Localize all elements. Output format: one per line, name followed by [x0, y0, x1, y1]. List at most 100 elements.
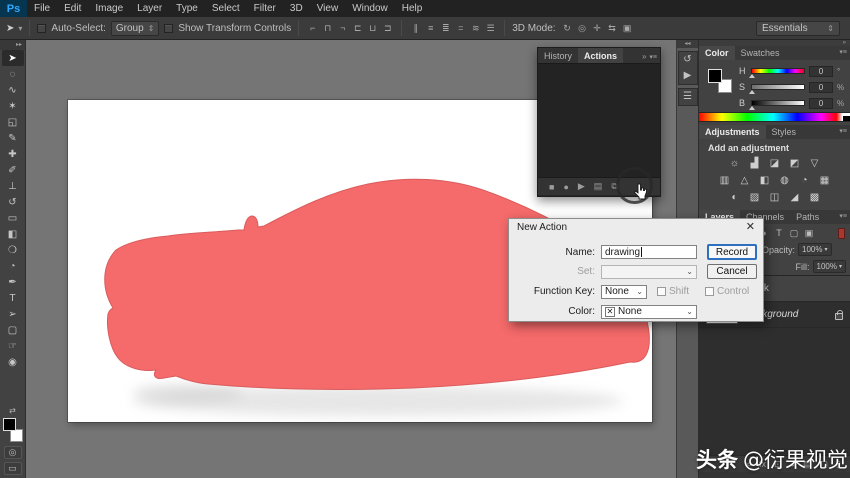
tab-swatches[interactable]: Swatches	[735, 46, 786, 60]
saturation-value[interactable]: 0	[809, 82, 833, 93]
distribute-right-edges-icon[interactable]: ≣	[439, 23, 452, 34]
blur-tool[interactable]: ❍	[2, 242, 24, 258]
menu-layer[interactable]: Layer	[130, 0, 169, 17]
play-selection-icon[interactable]: ▶	[578, 181, 585, 192]
tool-presets-panel-icon[interactable]: ☰	[683, 91, 692, 103]
type-tool[interactable]: T	[2, 290, 24, 306]
menu-window[interactable]: Window	[345, 0, 395, 17]
swap-colors-icon[interactable]: ⇄	[9, 406, 16, 416]
exposure-icon[interactable]: ◩	[788, 157, 801, 170]
orbit-3d-camera-icon[interactable]: ↻	[561, 23, 574, 34]
align-right-edges-icon[interactable]: ⊐	[381, 23, 394, 34]
tab-adjustments[interactable]: Adjustments	[699, 125, 766, 139]
foreground-color-swatch[interactable]	[708, 69, 722, 83]
brush-tool[interactable]: ✐	[2, 162, 24, 178]
tab-history[interactable]: History	[538, 48, 578, 63]
foreground-color-swatch[interactable]	[3, 418, 16, 431]
cancel-button[interactable]: Cancel	[707, 264, 757, 279]
rectangle-tool[interactable]: ▢	[2, 322, 24, 338]
tab-actions[interactable]: Actions	[578, 48, 623, 63]
history-brush-tool[interactable]: ↺	[2, 194, 24, 210]
black-swatch[interactable]	[843, 116, 850, 121]
magic-wand-tool[interactable]: ✶	[2, 98, 24, 114]
dialog-titlebar[interactable]: New Action ✕	[509, 219, 763, 236]
menu-help[interactable]: Help	[395, 0, 430, 17]
selective-color-icon[interactable]: ▩	[808, 191, 821, 204]
quick-mask-button[interactable]: ◎	[4, 446, 22, 459]
dodge-tool[interactable]: ◔	[2, 258, 24, 274]
slider-marker-icon[interactable]	[749, 74, 755, 78]
lasso-tool[interactable]: ∿	[2, 82, 24, 98]
tab-styles[interactable]: Styles	[766, 125, 803, 139]
color-lookup-icon[interactable]: ▦	[818, 174, 831, 187]
align-bottom-edges-icon[interactable]: ¬	[336, 23, 349, 34]
invert-icon[interactable]: ◐	[728, 191, 741, 204]
distribute-left-edges-icon[interactable]: ∥	[409, 23, 422, 34]
channel-mixer-icon[interactable]: ◔	[798, 174, 811, 187]
photo-filter-icon[interactable]: ◍	[778, 174, 791, 187]
brightness-value[interactable]: 0	[809, 98, 833, 109]
hue-value[interactable]: 0	[809, 66, 833, 77]
collapse-panel-icon[interactable]: »	[642, 50, 649, 61]
menu-edit[interactable]: Edit	[57, 0, 88, 17]
menu-view[interactable]: View	[310, 0, 346, 17]
actions-panel-icon[interactable]: ▶	[684, 70, 692, 82]
fill-value-dropdown[interactable]: 100% ▾	[813, 260, 846, 273]
align-horizontal-centers-icon[interactable]: ⊔	[366, 23, 379, 34]
screen-mode-button[interactable]: ▭	[4, 462, 22, 475]
menu-type[interactable]: Type	[169, 0, 205, 17]
begin-recording-icon[interactable]: ●	[563, 182, 568, 192]
layer-filter-toggle[interactable]	[838, 228, 845, 239]
menu-3d[interactable]: 3D	[283, 0, 310, 17]
clone-stamp-tool[interactable]: ⊥	[2, 178, 24, 194]
levels-icon[interactable]: ▟	[748, 157, 761, 170]
hue-slider[interactable]	[751, 68, 805, 74]
close-icon[interactable]: ✕	[746, 222, 755, 233]
tab-color[interactable]: Color	[699, 46, 735, 60]
record-button[interactable]: Record	[707, 244, 757, 260]
posterize-icon[interactable]: ▨	[748, 191, 761, 204]
menu-filter[interactable]: Filter	[247, 0, 283, 17]
expand-dock-icon[interactable]: ◂◂	[677, 40, 698, 48]
panel-menu-icon[interactable]: ▾≡	[649, 51, 660, 61]
panel-menu-icon[interactable]: ▾≡	[839, 46, 850, 60]
toolbar-collapse-icon[interactable]: ▸▸	[0, 40, 25, 50]
align-vertical-centers-icon[interactable]: ⊓	[321, 23, 334, 34]
saturation-slider[interactable]	[751, 84, 805, 90]
menu-select[interactable]: Select	[205, 0, 247, 17]
roll-3d-camera-icon[interactable]: ◎	[576, 23, 589, 34]
control-checkbox[interactable]	[705, 287, 714, 296]
marquee-tool[interactable]: ◌	[2, 66, 24, 82]
distribute-top-edges-icon[interactable]: =	[454, 23, 467, 34]
slider-marker-icon[interactable]	[749, 106, 755, 110]
panel-menu-icon[interactable]: ▾≡	[839, 125, 850, 139]
filter-type-layers-icon[interactable]: T	[773, 228, 785, 239]
opacity-value-dropdown[interactable]: 100% ▾	[798, 243, 831, 256]
menu-file[interactable]: File	[27, 0, 57, 17]
curves-icon[interactable]: ◪	[768, 157, 781, 170]
distribute-horizontal-centers-icon[interactable]: ≡	[424, 23, 437, 34]
function-key-dropdown[interactable]: None ⌄	[601, 285, 647, 299]
threshold-icon[interactable]: ◫	[768, 191, 781, 204]
eyedropper-tool[interactable]: ✎	[2, 130, 24, 146]
drag-3d-camera-icon[interactable]: ✛	[591, 23, 604, 34]
zoom-tool[interactable]: ◉	[2, 354, 24, 370]
color-spectrum-ramp[interactable]	[699, 112, 850, 122]
create-new-set-icon[interactable]: ▤	[594, 181, 603, 192]
path-selection-tool[interactable]: ➢	[2, 306, 24, 322]
crop-tool[interactable]: ◱	[2, 114, 24, 130]
vibrance-icon[interactable]: ▽	[808, 157, 821, 170]
gradient-map-icon[interactable]: ◢	[788, 191, 801, 204]
move-tool[interactable]: ➤	[2, 50, 24, 66]
auto-select-checkbox[interactable]	[37, 24, 46, 33]
action-color-dropdown[interactable]: ✕ None ⌄	[601, 305, 697, 319]
brightness-slider[interactable]	[751, 100, 805, 106]
hand-tool[interactable]: ☞	[2, 338, 24, 354]
action-name-input[interactable]: drawing	[601, 245, 697, 259]
brightness-contrast-icon[interactable]: ☼	[728, 157, 741, 170]
distribute-bottom-edges-icon[interactable]: ☰	[484, 23, 497, 34]
hue-saturation-icon[interactable]: ▥	[718, 174, 731, 187]
tab-paths[interactable]: Paths	[790, 210, 825, 224]
menu-image[interactable]: Image	[88, 0, 130, 17]
align-left-edges-icon[interactable]: ⊏	[351, 23, 364, 34]
